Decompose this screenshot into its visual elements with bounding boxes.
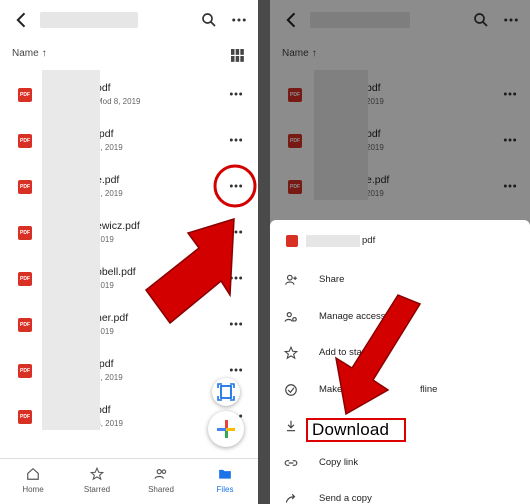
scan-button[interactable] [212, 378, 240, 406]
home-icon [27, 467, 39, 480]
file-modified-date: 8, 2019 [96, 373, 123, 382]
sort-label: Name [12, 48, 39, 59]
bottom-navigation: Home Starred Shared Files [0, 458, 258, 504]
file-name-redacted [306, 235, 360, 247]
pdf-file-icon: PDF [18, 88, 32, 102]
pdf-file-icon: PDF [18, 410, 32, 424]
download-highlight-label[interactable]: Download [312, 420, 389, 440]
sheet-item-label: Add to starred [319, 347, 379, 358]
panel-divider [258, 0, 270, 504]
sheet-item-manage-access[interactable]: Manage access [270, 299, 530, 335]
sheet-file-name: pdf [362, 235, 376, 246]
sheet-item-add-to-starred[interactable]: Add to starred [270, 335, 530, 371]
more-options-icon[interactable] [228, 132, 244, 148]
more-options-icon[interactable] [228, 316, 244, 332]
file-options-screen: Name ↑ PDF pdf 2019 PDF pdf 2019 PDF e.pdf 2019 p… [270, 0, 530, 504]
sheet-item-label: Manage access [319, 310, 386, 322]
more-options-icon[interactable] [230, 11, 248, 29]
nav-shared[interactable]: Shared [129, 459, 193, 504]
file-modified-date: Mod 8, 2019 [96, 97, 141, 106]
top-app-bar [0, 0, 258, 40]
people-icon [154, 469, 167, 479]
file-actions-bottom-sheet: pdf Share Manage access Add to starred Make… [270, 220, 530, 504]
more-options-icon[interactable] [228, 362, 244, 378]
sheet-item-label: Make ava [319, 383, 361, 395]
nav-files-label: Files [216, 485, 234, 494]
file-name: obell.pdf [96, 266, 136, 278]
manage-people-icon [284, 310, 298, 324]
file-row[interactable]: PDF obell.pdf 2019 [0, 264, 258, 310]
file-modified-date: 8, 2019 [96, 189, 123, 198]
sheet-item-label: Copy link [319, 456, 359, 468]
offline-check-icon [284, 383, 298, 397]
sheet-item-label-suffix: fline [420, 383, 438, 395]
sheet-item-send-a-copy[interactable]: Send a copy [270, 481, 530, 504]
pdf-file-icon [286, 235, 298, 247]
search-icon[interactable] [200, 11, 218, 29]
sheet-item-label: Send a copy [319, 493, 372, 504]
nav-starred-label: Starred [83, 485, 111, 494]
redaction-block [42, 70, 100, 430]
more-options-icon[interactable] [228, 178, 244, 194]
file-name: ewicz.pdf [96, 220, 140, 232]
file-row[interactable]: PDF e.pdf 8, 2019 [0, 172, 258, 218]
pdf-file-icon: PDF [18, 318, 32, 332]
folder-title-redacted [40, 12, 138, 28]
send-icon [284, 492, 298, 504]
download-icon [284, 419, 298, 433]
pdf-file-icon: PDF [18, 226, 32, 240]
back-arrow-icon[interactable] [12, 10, 32, 30]
file-modified-date: 8, 2019 [96, 143, 123, 152]
pdf-file-icon: PDF [18, 364, 32, 378]
file-row[interactable]: PDF ewicz.pdf 2019 [0, 218, 258, 264]
nav-home[interactable]: Home [1, 459, 65, 504]
sheet-item-share[interactable]: Share [270, 262, 530, 298]
star-outline-icon [283, 345, 299, 360]
file-row[interactable]: PDF .pdf 8, 2019 [0, 126, 258, 172]
more-options-icon[interactable] [228, 270, 244, 286]
sheet-file-header: pdf [270, 222, 530, 258]
file-name: ner.pdf [96, 312, 129, 324]
nav-shared-label: Shared [148, 485, 174, 494]
pdf-file-icon: PDF [18, 180, 32, 194]
folder-icon [219, 469, 231, 479]
sheet-item-make-ava[interactable]: Make ava fline [270, 372, 530, 408]
more-options-icon[interactable] [228, 224, 244, 240]
sheet-item-copy-link[interactable]: Copy link [270, 445, 530, 481]
file-row[interactable]: PDF odf Mod 8, 2019 [0, 80, 258, 126]
new-plus-button[interactable] [208, 411, 244, 447]
nav-home-label: Home [22, 485, 44, 494]
file-list-screen: Name ↑ PDF odf Mod 8, 2019 PDF .pdf 8, 2019 PDF… [0, 0, 258, 504]
link-icon [284, 456, 298, 470]
grid-view-icon[interactable] [231, 49, 245, 63]
sort-arrow-icon: ↑ [41, 48, 47, 59]
file-row[interactable]: PDF ner.pdf 2019 [0, 310, 258, 356]
pdf-file-icon: PDF [18, 272, 32, 286]
star-icon [90, 467, 104, 481]
sort-by-name-button[interactable]: Name ↑ [12, 48, 47, 59]
pdf-file-icon: PDF [18, 134, 32, 148]
add-person-icon [284, 273, 298, 287]
sort-row: Name ↑ [0, 44, 258, 66]
nav-files[interactable]: Files [193, 459, 257, 504]
nav-starred[interactable]: Starred [65, 459, 129, 504]
more-options-icon[interactable] [228, 86, 244, 102]
sheet-item-label: Share [319, 274, 345, 285]
